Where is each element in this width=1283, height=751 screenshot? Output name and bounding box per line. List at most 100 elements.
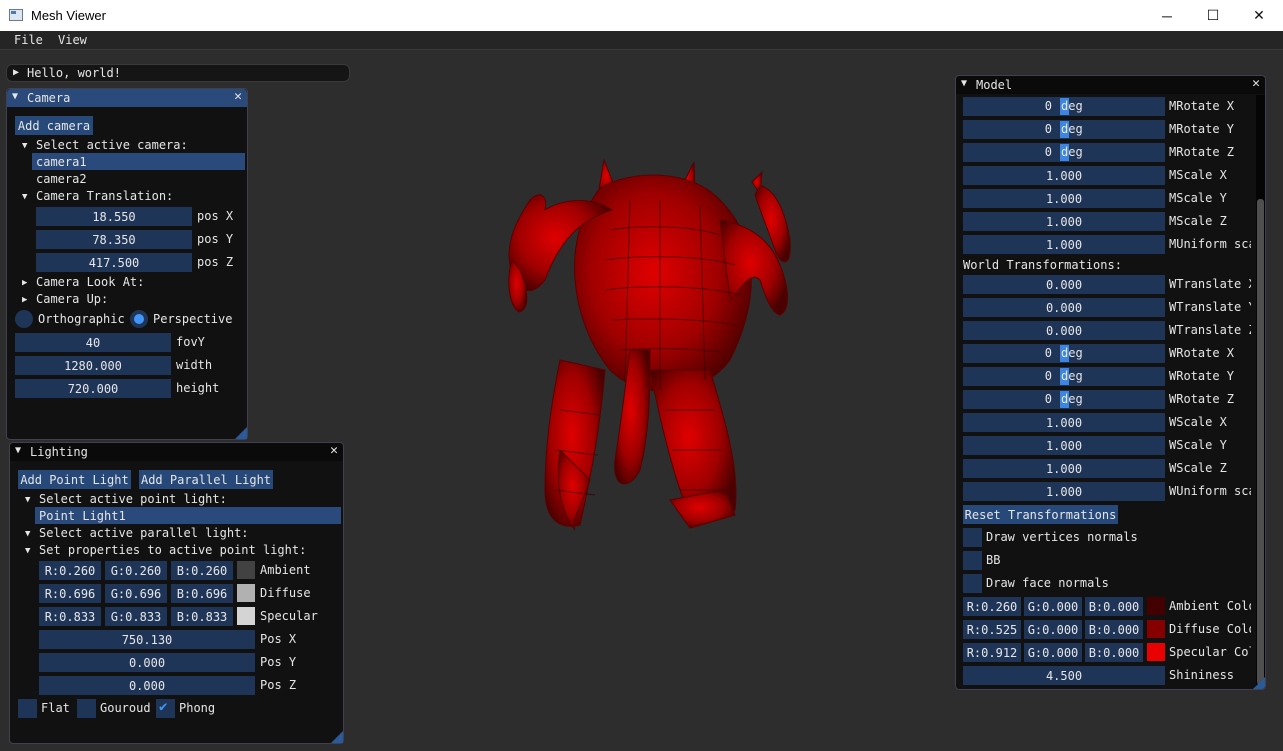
diffuse-b-field[interactable]: B:0.696: [171, 584, 233, 603]
camera-item-1[interactable]: camera1: [36, 155, 87, 169]
camera-titlebar[interactable]: ▼ Camera ✕: [7, 89, 247, 107]
tree-closed-icon[interactable]: ▶: [22, 295, 27, 305]
orthographic-radio[interactable]: [15, 310, 33, 328]
flat-checkbox[interactable]: [18, 699, 37, 718]
phong-checkbox[interactable]: ✔: [156, 699, 175, 718]
collapse-arrow-icon[interactable]: ▼: [15, 445, 21, 456]
ambient-r-field[interactable]: R:0.260: [39, 561, 101, 580]
camera-pos-y-field[interactable]: 78.350: [36, 230, 192, 249]
minimize-button[interactable]: ─: [1144, 0, 1190, 31]
resize-grip[interactable]: [235, 427, 247, 439]
m-scale-z-field[interactable]: 1.000: [963, 212, 1165, 231]
select-camera-label[interactable]: Select active camera:: [36, 138, 188, 152]
width-field[interactable]: 1280.000: [15, 356, 171, 375]
select-parallel-light-label[interactable]: Select active parallel light:: [39, 526, 249, 540]
close-icon[interactable]: ✕: [234, 89, 242, 104]
light-pos-y-field[interactable]: 0.000: [39, 653, 255, 672]
add-point-light-button[interactable]: Add Point Light: [18, 470, 131, 489]
hello-window[interactable]: ▶ Hello, world!: [6, 64, 350, 82]
tree-open-icon[interactable]: ▼: [25, 529, 30, 539]
model-specular-color-swatch[interactable]: [1147, 643, 1165, 661]
specular-color-swatch[interactable]: [237, 607, 255, 625]
light-pos-x-field[interactable]: 750.130: [39, 630, 255, 649]
draw-face-normals-checkbox[interactable]: [963, 574, 982, 593]
draw-vertex-normals-checkbox[interactable]: [963, 528, 982, 547]
w-rotate-y-slider[interactable]: 0 deg: [963, 367, 1165, 386]
perspective-radio[interactable]: [130, 310, 148, 328]
height-field[interactable]: 720.000: [15, 379, 171, 398]
tree-closed-icon[interactable]: ▶: [22, 278, 27, 288]
model-titlebar[interactable]: ▼ Model ✕: [956, 76, 1265, 94]
m-scale-x-field[interactable]: 1.000: [963, 166, 1165, 185]
tree-open-icon[interactable]: ▼: [22, 192, 27, 202]
camera-item-2[interactable]: camera2: [36, 172, 87, 186]
m-rotate-y-slider[interactable]: 0 deg: [963, 120, 1165, 139]
diffuse-color-swatch[interactable]: [237, 584, 255, 602]
close-icon[interactable]: ✕: [1252, 76, 1260, 91]
tree-open-icon[interactable]: ▼: [25, 546, 30, 556]
model-ambient-b-field[interactable]: B:0.000: [1085, 597, 1143, 616]
add-camera-button[interactable]: Add camera: [15, 116, 93, 135]
light-pos-z-field[interactable]: 0.000: [39, 676, 255, 695]
w-translate-x-field[interactable]: 0.000: [963, 275, 1165, 294]
tree-open-icon[interactable]: ▼: [22, 141, 27, 151]
add-parallel-light-button[interactable]: Add Parallel Light: [139, 470, 273, 489]
w-scale-z-field[interactable]: 1.000: [963, 459, 1165, 478]
tree-open-icon[interactable]: ▼: [25, 495, 30, 505]
model-scrollbar[interactable]: [1256, 95, 1265, 689]
w-uniform-scale-field[interactable]: 1.000: [963, 482, 1165, 501]
camera-translation-label[interactable]: Camera Translation:: [36, 189, 173, 203]
reset-transformations-button[interactable]: Reset Transformations: [963, 505, 1118, 524]
model-ambient-g-field[interactable]: G:0.000: [1024, 597, 1082, 616]
w-rotate-x-slider[interactable]: 0 deg: [963, 344, 1165, 363]
model-diffuse-color-swatch[interactable]: [1147, 620, 1165, 638]
collapse-arrow-icon[interactable]: ▼: [12, 91, 18, 102]
model-diffuse-r-field[interactable]: R:0.525: [963, 620, 1021, 639]
point-light-item[interactable]: Point Light1: [39, 509, 126, 523]
select-point-light-label[interactable]: Select active point light:: [39, 492, 227, 506]
model-specular-b-field[interactable]: B:0.000: [1085, 643, 1143, 662]
close-icon[interactable]: ✕: [330, 443, 338, 458]
resize-grip[interactable]: [331, 731, 343, 743]
model-ambient-r-field[interactable]: R:0.260: [963, 597, 1021, 616]
model-specular-g-field[interactable]: G:0.000: [1024, 643, 1082, 662]
lighting-titlebar[interactable]: ▼ Lighting ✕: [10, 443, 343, 461]
set-properties-label[interactable]: Set properties to active point light:: [39, 543, 306, 557]
camera-pos-z-field[interactable]: 417.500: [36, 253, 192, 272]
specular-g-field[interactable]: G:0.833: [105, 607, 167, 626]
camera-up-label[interactable]: Camera Up:: [36, 292, 108, 306]
specular-b-field[interactable]: B:0.833: [171, 607, 233, 626]
w-rotate-z-slider[interactable]: 0 deg: [963, 390, 1165, 409]
maximize-button[interactable]: ☐: [1190, 0, 1236, 31]
gouraud-checkbox[interactable]: [77, 699, 96, 718]
m-rotate-x-slider[interactable]: 0 deg: [963, 97, 1165, 116]
model-diffuse-g-field[interactable]: G:0.000: [1024, 620, 1082, 639]
w-scale-x-field[interactable]: 1.000: [963, 413, 1165, 432]
menu-file[interactable]: File: [14, 33, 43, 47]
expand-arrow-icon[interactable]: ▶: [13, 67, 19, 78]
close-button[interactable]: ✕: [1236, 0, 1282, 31]
w-scale-y-field[interactable]: 1.000: [963, 436, 1165, 455]
model-specular-r-field[interactable]: R:0.912: [963, 643, 1021, 662]
camera-pos-x-field[interactable]: 18.550: [36, 207, 192, 226]
fovy-field[interactable]: 40: [15, 333, 171, 352]
menu-view[interactable]: View: [58, 33, 87, 47]
resize-grip[interactable]: [1253, 677, 1265, 689]
w-translate-y-field[interactable]: 0.000: [963, 298, 1165, 317]
diffuse-g-field[interactable]: G:0.696: [105, 584, 167, 603]
m-scale-y-field[interactable]: 1.000: [963, 189, 1165, 208]
scrollbar-thumb[interactable]: [1257, 199, 1264, 685]
w-translate-z-field[interactable]: 0.000: [963, 321, 1165, 340]
diffuse-r-field[interactable]: R:0.696: [39, 584, 101, 603]
collapse-arrow-icon[interactable]: ▼: [961, 78, 967, 89]
model-ambient-color-swatch[interactable]: [1147, 597, 1165, 615]
m-uniform-scale-field[interactable]: 1.000: [963, 235, 1165, 254]
shininess-field[interactable]: 4.500: [963, 666, 1165, 685]
ambient-color-swatch[interactable]: [237, 561, 255, 579]
camera-look-at-label[interactable]: Camera Look At:: [36, 275, 144, 289]
specular-r-field[interactable]: R:0.833: [39, 607, 101, 626]
model-diffuse-b-field[interactable]: B:0.000: [1085, 620, 1143, 639]
bb-checkbox[interactable]: [963, 551, 982, 570]
ambient-g-field[interactable]: G:0.260: [105, 561, 167, 580]
ambient-b-field[interactable]: B:0.260: [171, 561, 233, 580]
